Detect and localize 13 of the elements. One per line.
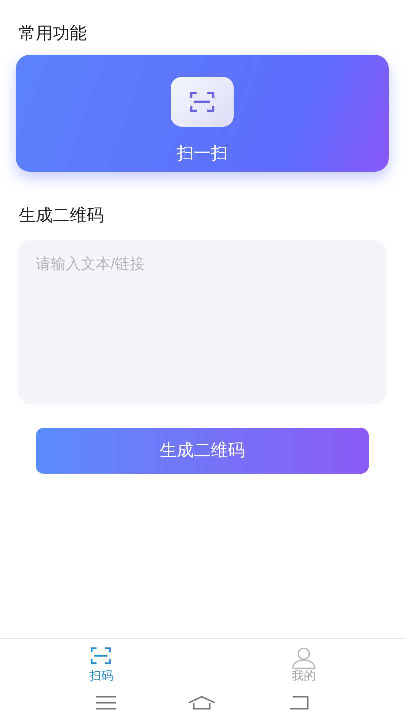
home-icon[interactable] [188, 696, 216, 710]
generate-button[interactable]: 生成二维码 [36, 428, 369, 474]
tab[interactable]: 我的 [202, 639, 405, 685]
menu-icon[interactable] [96, 696, 116, 710]
scan-icon [190, 92, 215, 112]
scan-card[interactable]: 扫一扫 [16, 55, 389, 172]
scan-icon [91, 647, 112, 665]
text-input-field[interactable]: 请输入文本/链接 [18, 240, 387, 405]
tab[interactable]: 扫码 [0, 639, 202, 685]
section-title: 常用功能 [19, 23, 88, 45]
section-title: 生成二维码 [19, 205, 105, 227]
user-icon [292, 647, 316, 669]
back-icon[interactable] [288, 696, 309, 710]
